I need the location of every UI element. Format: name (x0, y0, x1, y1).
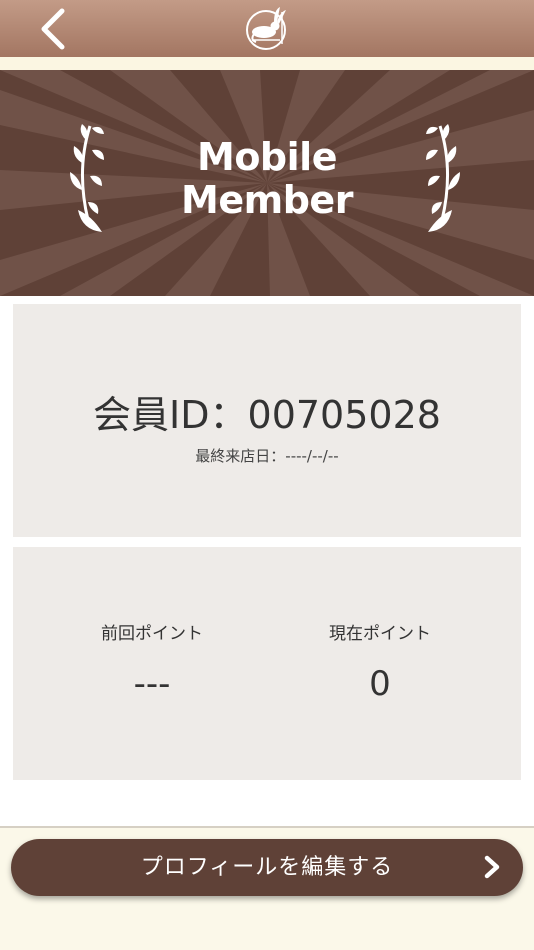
top-navigation-bar (0, 0, 534, 57)
last-visit-date: 最終来店日：----/--/-- (195, 447, 339, 465)
current-points-label: 現在ポイント (329, 624, 431, 644)
chevron-right-icon (484, 855, 500, 879)
laurel-branch-icon (70, 124, 104, 232)
current-points-value: 0 (369, 664, 391, 704)
member-id-text: 会員ID：00705028 (93, 393, 441, 437)
edit-profile-label: プロフィールを編集する (140, 855, 394, 880)
footer-divider (0, 826, 534, 828)
edit-profile-button[interactable]: プロフィールを編集する (11, 839, 523, 896)
laurel-branch-icon (426, 124, 460, 232)
back-button[interactable] (36, 6, 76, 52)
previous-points-label: 前回ポイント (101, 624, 203, 644)
header-divider-strip (0, 57, 534, 70)
rabbit-logo-icon (244, 4, 290, 52)
previous-points-value: --- (133, 664, 171, 704)
chevron-left-icon (41, 8, 65, 50)
